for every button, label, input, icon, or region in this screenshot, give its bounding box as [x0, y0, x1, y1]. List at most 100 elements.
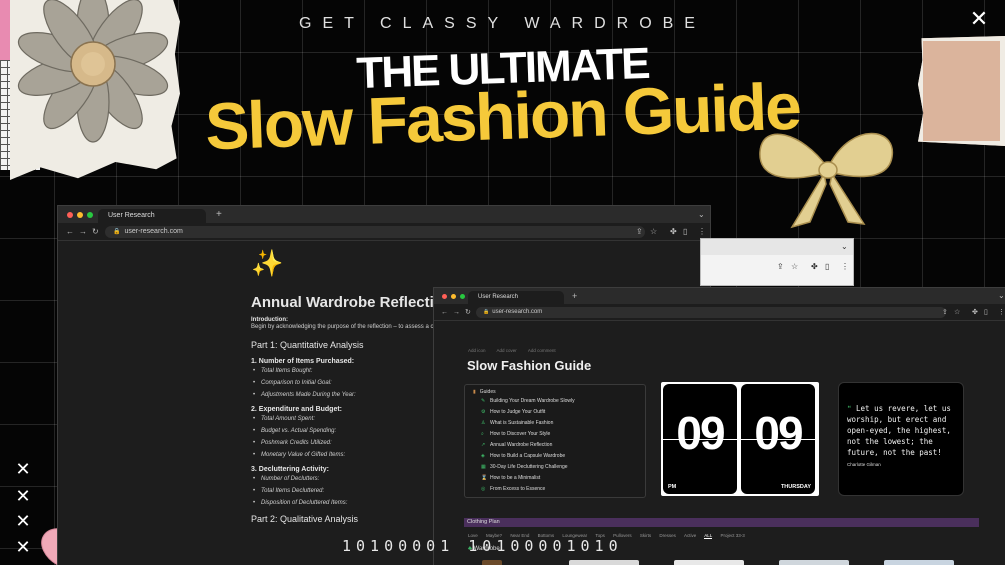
new-tab-icon[interactable]: + [572, 291, 577, 301]
browser-window-background: ⌄ ⇪ ☆ ✤ ▯ ⋮ [700, 238, 854, 286]
more-menu-icon[interactable]: ⋮ [698, 227, 706, 237]
extensions-icon[interactable]: ✤ [670, 227, 677, 237]
target-icon: ◎ [481, 486, 486, 492]
url-input[interactable]: 🔒 user-research.com [476, 307, 946, 318]
view-tab-active[interactable]: ALL [704, 533, 713, 539]
clothing-thumbnail[interactable] [884, 560, 954, 565]
back-icon[interactable]: ← [441, 308, 448, 318]
calendar-icon: ▦ [481, 464, 486, 470]
folder-icon: ▮ [473, 389, 476, 395]
guides-list: ▮ Guides ✎ Building Your Dream Wardrobe Sl… [464, 384, 646, 498]
sidebar-icon[interactable]: ▯ [984, 308, 988, 318]
share-icon[interactable]: ⇪ [777, 262, 784, 272]
guide-link[interactable]: ↗ Annual Wardrobe Reflection [481, 442, 552, 448]
clothing-thumbnail[interactable] [482, 560, 502, 565]
extensions-icon[interactable]: ✤ [811, 262, 818, 272]
url-text: user-research.com [124, 228, 183, 235]
close-window-button[interactable] [442, 294, 447, 299]
forward-icon[interactable]: → [453, 308, 460, 318]
close-window-button[interactable] [67, 212, 73, 218]
url-input[interactable]: 🔒 user-research.com [105, 226, 645, 238]
guide-link[interactable]: ⌛ How to be a Minimalist [481, 475, 540, 481]
guide-link[interactable]: ♙ What is Sustainable Fashion [481, 420, 553, 426]
bookmark-star-icon[interactable]: ☆ [791, 262, 798, 272]
close-icon[interactable]: ✕ [12, 510, 34, 532]
add-comment-button[interactable]: Add comment [528, 348, 556, 353]
browser-tab[interactable]: User Research [468, 291, 564, 304]
chevron-down-icon[interactable]: ⌄ [998, 291, 1005, 301]
tab-bar: User Research + ⌄ [58, 206, 710, 223]
more-menu-icon[interactable]: ⋮ [841, 262, 849, 272]
back-icon[interactable]: ← [66, 227, 74, 237]
page-toolbar: Add icon Add cover Add comment [468, 348, 556, 353]
sidebar-icon[interactable]: ▯ [825, 262, 829, 272]
reload-icon[interactable]: ↻ [92, 227, 99, 237]
clock-hour: 09 [676, 407, 725, 459]
browser-window-guide: User Research + ⌄ ← → ↻ 🔒 user-research.c… [433, 287, 1005, 565]
guide-link-label: Annual Wardrobe Reflection [490, 442, 553, 448]
share-icon[interactable]: ⇪ [636, 227, 643, 237]
add-icon-button[interactable]: Add icon [468, 348, 486, 353]
view-tab[interactable]: Project 33-3 [721, 533, 745, 538]
maximize-window-button[interactable] [460, 294, 465, 299]
clothing-thumbnail[interactable] [569, 560, 639, 565]
forward-icon[interactable]: → [79, 227, 87, 237]
bottle-icon: ♙ [481, 420, 486, 426]
flip-divider [741, 439, 815, 440]
minimize-window-button[interactable] [451, 294, 456, 299]
guides-heading: ▮ Guides [473, 389, 496, 395]
binary-decoration-text: 10100001 10100001010 [342, 537, 623, 555]
address-bar: ← → ↻ 🔒 user-research.com ⇪ ☆ ✤ ▯ ⋮ [58, 223, 710, 241]
flip-clock-widget: 09 PM 09 THURSDAY [661, 382, 819, 496]
add-cover-button[interactable]: Add cover [497, 348, 517, 353]
guide-link[interactable]: ◈ How to Build a Capsule Wardrobe [481, 453, 565, 459]
lock-icon: 🔒 [113, 229, 121, 235]
chevron-down-icon[interactable]: ⌄ [698, 210, 705, 220]
bookmark-star-icon[interactable]: ☆ [954, 308, 960, 318]
guide-link-label: How to Judge Your Outfit [490, 409, 546, 415]
share-icon[interactable]: ⇪ [942, 308, 948, 318]
tab-bar: User Research + ⌄ [434, 288, 1005, 304]
guide-link-label: How to Discover Your Style [490, 431, 551, 437]
chevron-down-icon[interactable]: ⌄ [841, 242, 848, 252]
guide-link-label: How to be a Minimalist [490, 475, 541, 481]
view-tab[interactable]: Active [684, 533, 696, 538]
extensions-icon[interactable]: ✤ [972, 308, 978, 318]
page-title: Slow Fashion Guide [467, 358, 592, 373]
quote-widget: ❝ Let us revere, let us worship, but ere… [838, 382, 964, 496]
guide-link[interactable]: ⌕ How to Discover Your Style [481, 431, 550, 437]
leaf-icon: ✎ [481, 398, 486, 404]
flip-divider [663, 439, 737, 440]
guide-link-label: How to Build a Capsule Wardrobe [490, 453, 566, 459]
guide-link-label: From Excess to Essence [490, 486, 546, 492]
quote-body: Let us revere, let us worship, but erect… [847, 404, 951, 457]
guide-link[interactable]: ⚙ How to Judge Your Outfit [481, 409, 545, 415]
clock-day: THURSDAY [780, 484, 811, 490]
guide-link[interactable]: ✎ Building Your Dream Wardrobe Slowly [481, 398, 575, 404]
lock-icon: 🔒 [483, 309, 490, 315]
minimize-window-button[interactable] [77, 212, 83, 218]
close-icon[interactable]: ✕ [12, 536, 34, 558]
clock-period: PM [668, 484, 677, 490]
sparkle-globe-icon: ✨ [251, 248, 284, 278]
clothing-plan-header: Clothing Plan [464, 518, 979, 527]
browser-tab[interactable]: User Research [98, 209, 206, 223]
guide-link[interactable]: ◎ From Excess to Essence [481, 486, 545, 492]
more-menu-icon[interactable]: ⋮ [998, 308, 1005, 318]
maximize-window-button[interactable] [87, 212, 93, 218]
close-icon[interactable]: ✕ [966, 6, 992, 32]
url-text: user-research.com [492, 309, 543, 315]
clothing-thumbnail[interactable] [779, 560, 849, 565]
quote-mark-icon: ❝ [847, 404, 852, 413]
guide-link-label: What is Sustainable Fashion [490, 420, 554, 426]
guide-link[interactable]: ▦ 30-Day Life Decluttering Challenge [481, 464, 568, 470]
reload-icon[interactable]: ↻ [465, 308, 471, 318]
guide-link-label: 30-Day Life Decluttering Challenge [490, 464, 568, 470]
close-icon[interactable]: ✕ [12, 458, 34, 480]
new-tab-icon[interactable]: + [216, 210, 222, 220]
bookmark-star-icon[interactable]: ☆ [650, 227, 657, 237]
clothing-thumbnail[interactable] [674, 560, 744, 565]
close-icon[interactable]: ✕ [12, 485, 34, 507]
address-bar: ← → ↻ 🔒 user-research.com ⇪ ☆ ✤ ▯ ⋮ [434, 304, 1005, 321]
sidebar-icon[interactable]: ▯ [683, 227, 687, 237]
